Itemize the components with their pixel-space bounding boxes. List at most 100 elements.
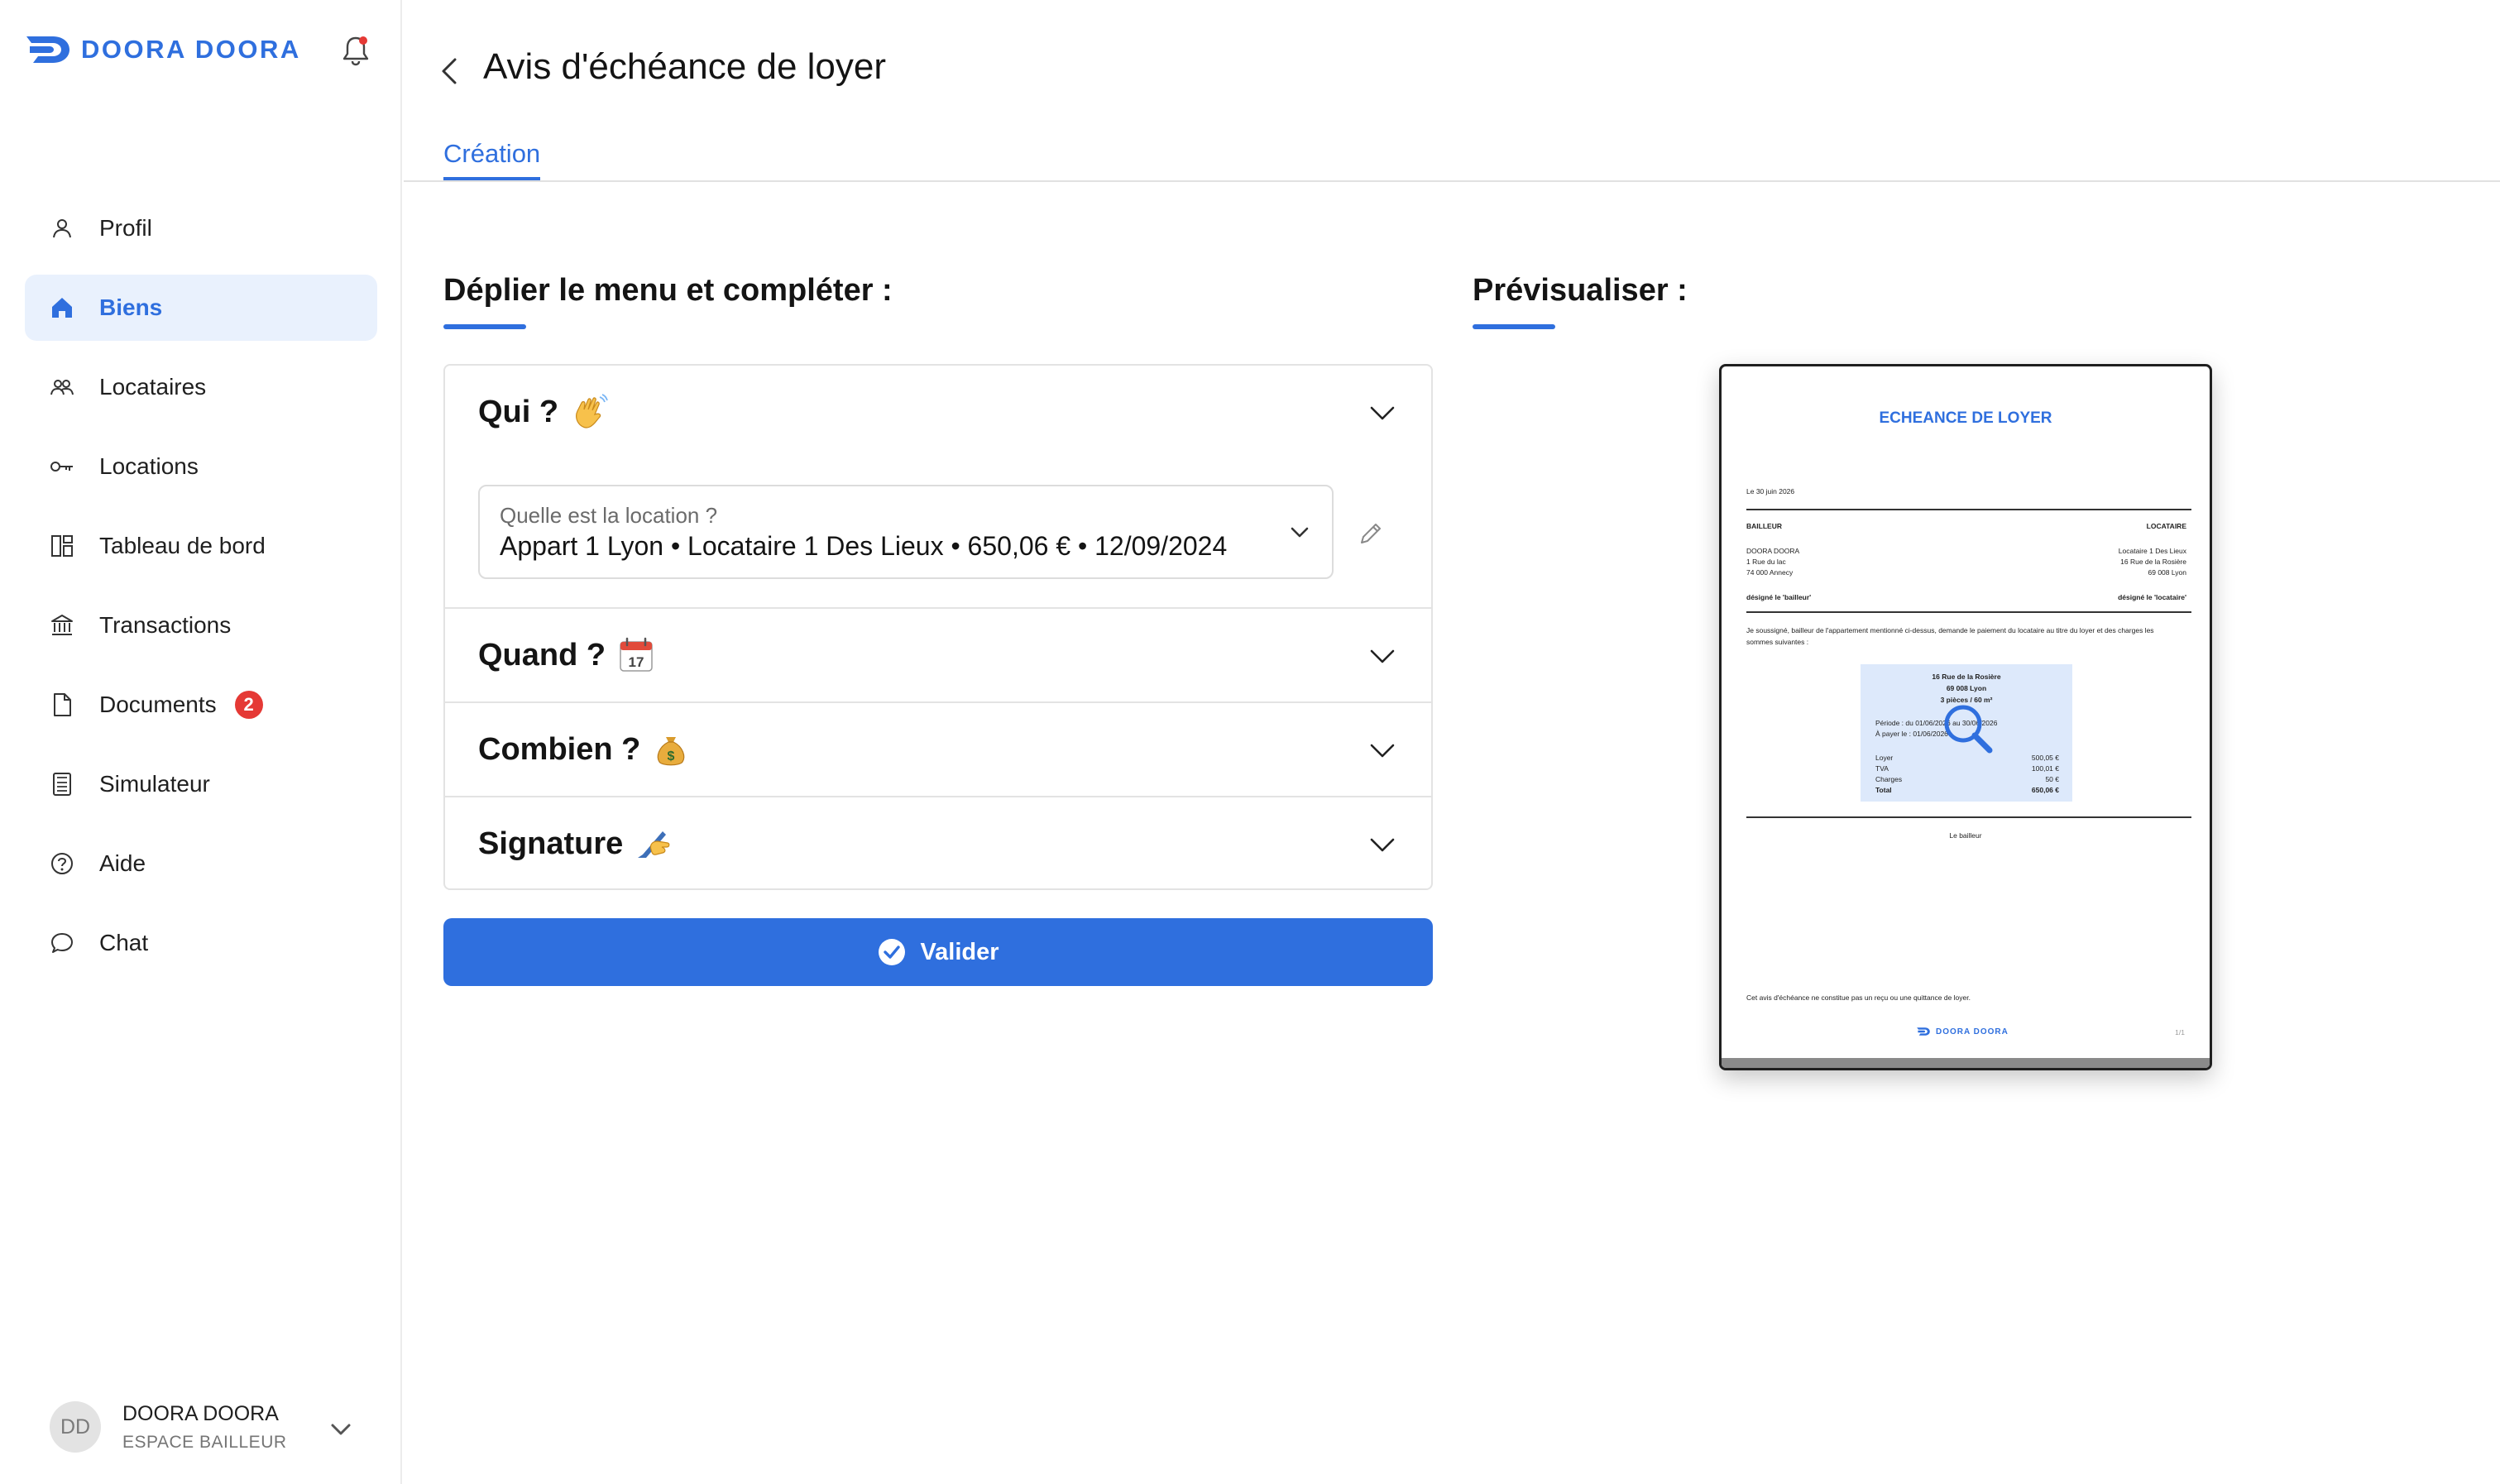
document-icon [50, 692, 74, 717]
location-select[interactable]: Quelle est la location ? Appart 1 Lyon •… [478, 485, 1334, 579]
document-amount-value: 50 € [2045, 775, 2059, 783]
accordion-combien[interactable]: Combien ? $ [445, 703, 1431, 796]
location-select-value: Appart 1 Lyon • Locataire 1 Des Lieux • … [500, 531, 1228, 561]
sidebar-item-locations[interactable]: Locations [25, 433, 377, 500]
accordion-title: Combien ? [478, 731, 641, 767]
document-tenant-line: 16 Rue de la Rosière [2120, 558, 2186, 566]
user-menu[interactable]: DD DOORA DOORA ESPACE BAILLEUR [50, 1398, 356, 1456]
document-amount-label: Loyer [1875, 754, 1894, 762]
sidebar-item-simulateur[interactable]: Simulateur [25, 751, 377, 817]
notification-dot [359, 36, 367, 45]
document-tenant-line: Locataire 1 Des Lieux [2118, 547, 2186, 555]
document-amount-label: Total [1875, 786, 1892, 794]
user-icon [50, 216, 74, 241]
document-title: ECHEANCE DE LOYER [1879, 409, 2052, 427]
form-heading-underline [443, 324, 526, 329]
sidebar-item-label: Locations [99, 453, 199, 479]
location-select-label: Quelle est la location ? [500, 503, 718, 528]
users-icon [50, 375, 74, 400]
document-landlord-header: BAILLEUR [1746, 522, 1782, 530]
user-name: DOORA DOORA [122, 1401, 279, 1425]
document-landlord-line: DOORA DOORA [1746, 547, 1800, 555]
chevron-down-icon[interactable] [326, 1415, 356, 1444]
home-icon [50, 295, 74, 320]
document-scrollbar[interactable] [1722, 1058, 2210, 1068]
accordion-quand[interactable]: Quand ? 17 [445, 609, 1431, 701]
chevron-down-icon [1291, 527, 1309, 538]
document-divider [1746, 611, 2191, 613]
sidebar-item-label: Chat [99, 930, 149, 955]
document-landlord-designation: désigné le 'bailleur' [1746, 593, 1812, 601]
preview-heading: Prévisualiser : [1473, 273, 1688, 308]
chevron-down-icon [1370, 744, 1395, 758]
document-tenant-header: LOCATAIRE [2146, 522, 2186, 530]
document-amount-value: 500,05 € [2031, 754, 2059, 762]
zoom-magnifier-icon[interactable] [1938, 699, 1998, 759]
accordion-signature[interactable]: Signature [445, 797, 1431, 890]
sidebar-item-documents[interactable]: Documents 2 [25, 672, 377, 738]
chat-icon [50, 931, 74, 955]
dashboard-icon [50, 534, 74, 558]
svg-text:$: $ [668, 749, 675, 764]
sidebar-item-label: Aide [99, 850, 146, 876]
document-preview[interactable]: ECHEANCE DE LOYER Le 30 juin 2026 BAILLE… [1719, 364, 2212, 1070]
sidebar-item-label: Documents [99, 692, 217, 717]
accordion-title: Quand ? [478, 637, 606, 673]
document-footer-brand: DOORA DOORA [1936, 1027, 2009, 1036]
notifications-button[interactable] [341, 35, 371, 66]
brand-logo[interactable]: DOORA DOORA [25, 33, 301, 66]
document-property-line: 16 Rue de la Rosière [1932, 673, 2001, 681]
document-amount-value: 650,06 € [2031, 786, 2059, 794]
main-content: Avis d'échéance de loyer Création Déplie… [404, 0, 2500, 1484]
edit-pencil-icon[interactable] [1357, 519, 1385, 548]
document-body-text: Je soussigné, bailleur de l'appartement … [1746, 626, 2154, 634]
writing-hand-icon [638, 831, 670, 858]
document-divider [1746, 509, 2191, 510]
sidebar-item-profil[interactable]: Profil [25, 195, 377, 261]
key-icon [50, 454, 74, 479]
sidebar-item-aide[interactable]: Aide [25, 831, 377, 897]
bank-icon [50, 613, 74, 638]
user-role: ESPACE BAILLEUR [122, 1432, 287, 1452]
document-signature: Le bailleur [1949, 831, 1982, 840]
document-landlord-line: 74 000 Annecy [1746, 568, 1794, 577]
back-arrow-icon[interactable] [437, 55, 463, 88]
doora-logo-icon [26, 36, 69, 63]
sidebar-item-transactions[interactable]: Transactions [25, 592, 377, 658]
avatar: DD [50, 1401, 101, 1453]
sidebar-item-label: Locataires [99, 374, 207, 400]
check-circle-icon [879, 939, 906, 965]
document-disclaimer: Cet avis d'échéance ne constitue pas un … [1746, 993, 1971, 1002]
sidebar-nav: Profil Biens Locataires Locations Tablea… [25, 195, 377, 989]
tab-creation[interactable]: Création [443, 139, 541, 180]
document-footer-logo: DOORA DOORA [1915, 1027, 2009, 1036]
document-page-number: 1/1 [2175, 1028, 2185, 1036]
sidebar-item-chat[interactable]: Chat [25, 910, 377, 976]
form-accordion: Qui ? Quelle est la location ? Appart 1 … [443, 364, 1433, 890]
calendar-icon: 17 [620, 637, 653, 672]
calculator-icon [50, 772, 74, 797]
document-property-line: 69 008 Lyon [1946, 684, 1987, 692]
document-tenant-designation: désigné le 'locataire' [2118, 593, 2186, 601]
sidebar-item-label: Tableau de bord [99, 533, 266, 558]
accordion-title: Signature [478, 826, 624, 861]
page-title: Avis d'échéance de loyer [483, 46, 887, 87]
sidebar-item-locataires[interactable]: Locataires [25, 354, 377, 420]
sidebar-item-label: Profil [99, 215, 152, 241]
form-heading: Déplier le menu et compléter : [443, 273, 893, 308]
submit-button-label: Valider [920, 938, 999, 965]
chevron-down-icon [1370, 649, 1395, 663]
document-divider [1746, 816, 2191, 818]
help-icon [50, 851, 74, 876]
document-amount-label: Charges [1875, 775, 1903, 783]
sidebar: DOORA DOORA Profil Biens Locataires Loca… [0, 0, 402, 1484]
document-date: Le 30 juin 2026 [1746, 487, 1795, 495]
document-body-text: sommes suivantes : [1746, 638, 1809, 646]
sidebar-item-biens[interactable]: Biens [25, 275, 377, 341]
sidebar-item-tableau-de-bord[interactable]: Tableau de bord [25, 513, 377, 579]
doora-logo-icon [1917, 1027, 1930, 1036]
waving-hand-icon [576, 394, 608, 428]
preview-heading-underline [1473, 324, 1555, 329]
submit-button[interactable]: Valider [443, 918, 1433, 986]
accordion-qui[interactable]: Qui ? [445, 366, 1431, 458]
